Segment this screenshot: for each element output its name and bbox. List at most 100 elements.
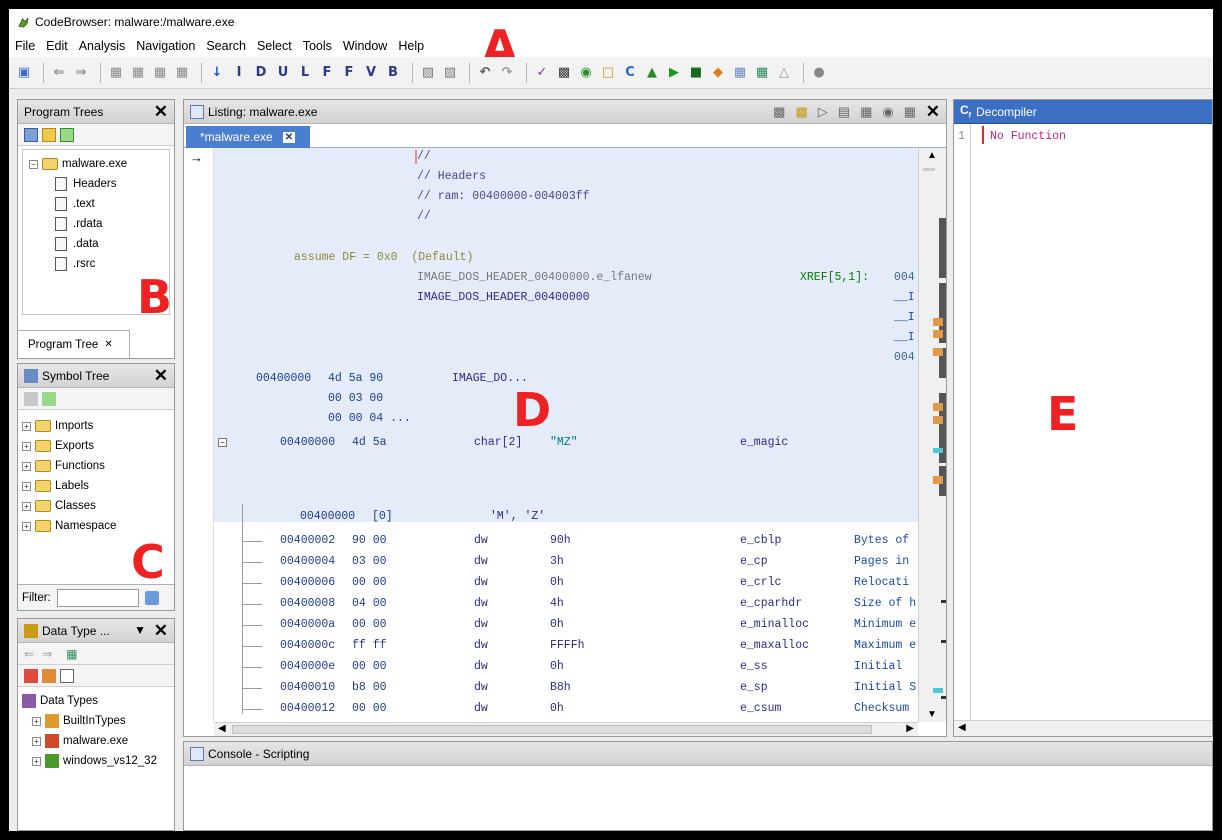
symbol-item-classes[interactable]: + Classes <box>22 496 170 516</box>
symbol-item-imports[interactable]: + Imports <box>22 416 170 436</box>
scroll-down-icon[interactable]: ▼ <box>927 709 937 720</box>
nav-undefined-icon[interactable]: ▦ <box>151 64 169 82</box>
next-instruction-i-icon[interactable]: I <box>230 64 248 82</box>
refresh-icon[interactable] <box>42 391 56 406</box>
diff-icon[interactable]: ▦ <box>860 104 872 120</box>
window-icon[interactable]: ▦ <box>731 64 749 82</box>
run-script-icon[interactable]: ▶ <box>665 64 683 82</box>
filter-options-icon[interactable] <box>144 590 159 605</box>
close-tab-icon[interactable]: ✕ <box>282 131 296 143</box>
collapse-icon[interactable]: − <box>218 438 227 447</box>
decompiler-toolbar-icon[interactable]: C <box>621 64 639 82</box>
nav-data-icon[interactable]: ▦ <box>129 64 147 82</box>
program-tree-tab[interactable]: Program Tree ✕ <box>18 330 130 358</box>
archive-icon[interactable]: ▦ <box>66 647 77 661</box>
console-output[interactable] <box>184 766 1212 830</box>
menu-help[interactable]: Help <box>398 39 424 53</box>
expand-icon[interactable]: + <box>32 736 41 746</box>
symbol-item-namespaces[interactable]: + Namespace <box>22 516 170 536</box>
decompiler-body[interactable]: 1 No Function <box>954 124 1212 722</box>
function-call-tree-icon[interactable]: ◆ <box>709 64 727 82</box>
tree-root[interactable]: − malware.exe <box>29 154 163 174</box>
menu-file[interactable]: File <box>15 39 35 53</box>
tree-item[interactable]: Headers <box>29 174 163 194</box>
expand-icon[interactable]: + <box>22 421 31 431</box>
symbol-item-exports[interactable]: + Exports <box>22 436 170 456</box>
forward-arrow-icon[interactable]: ⇒ <box>72 64 90 82</box>
expand-icon[interactable]: + <box>22 521 31 531</box>
tree-icon[interactable]: △ <box>775 64 793 82</box>
snapshot-icon[interactable]: ▦ <box>753 64 771 82</box>
analysis-icon[interactable]: ▧ <box>419 64 437 82</box>
tree-item[interactable]: .text <box>29 194 163 214</box>
expand-icon[interactable]: + <box>22 481 31 491</box>
create-namespace-icon[interactable] <box>24 391 38 406</box>
next-non-function-icon[interactable]: F <box>340 64 358 82</box>
select-icon[interactable]: ▷ <box>818 104 828 120</box>
data-type-item[interactable]: + BuiltInTypes <box>22 711 170 731</box>
open-tree-icon[interactable] <box>42 127 56 142</box>
next-bookmark-b-icon[interactable]: B <box>384 64 402 82</box>
filter-arrays-icon[interactable] <box>24 668 38 683</box>
data-type-item[interactable]: + windows_vs12_32 <box>22 751 170 771</box>
menu-tools[interactable]: Tools <box>303 39 332 53</box>
scroll-thumb[interactable] <box>923 168 935 171</box>
next-value-v-icon[interactable]: V <box>362 64 380 82</box>
field-edit-icon[interactable]: ▤ <box>838 104 850 120</box>
tree-item[interactable]: .data <box>29 234 163 254</box>
memory-map-icon[interactable]: ◉ <box>577 64 595 82</box>
dropdown-arrow-icon[interactable]: ▼ <box>134 623 146 637</box>
listing-menu-icon[interactable]: ▦ <box>904 104 916 120</box>
menu-search[interactable]: Search <box>206 39 246 53</box>
bytes-viewer-icon[interactable]: ▩ <box>555 64 573 82</box>
close-icon[interactable]: ✕ <box>926 102 940 122</box>
expand-icon[interactable]: + <box>22 461 31 471</box>
snapshot-camera-icon[interactable]: ◉ <box>882 104 893 120</box>
next-data-d-icon[interactable]: D <box>252 64 270 82</box>
script-manager-icon[interactable]: ■ <box>687 64 705 82</box>
expand-icon[interactable]: + <box>22 501 31 511</box>
nav-label-icon[interactable]: ▦ <box>173 64 191 82</box>
back-arrow-icon[interactable]: ⇐ <box>24 647 34 661</box>
next-function-f-icon[interactable]: F <box>318 64 336 82</box>
symbol-item-labels[interactable]: + Labels <box>22 476 170 496</box>
help-bubble-icon[interactable]: ● <box>810 64 828 82</box>
hscroll-thumb[interactable] <box>232 725 872 734</box>
merge-tree-icon[interactable] <box>60 127 74 142</box>
copy-icon[interactable]: ▩ <box>773 104 785 120</box>
new-tree-icon[interactable] <box>24 127 38 142</box>
save-icon[interactable]: ▣ <box>15 64 33 82</box>
menu-analysis[interactable]: Analysis <box>79 39 126 53</box>
data-type-item[interactable]: + malware.exe <box>22 731 170 751</box>
listing-scrollbar[interactable]: ▲ ▼ <box>918 148 946 722</box>
listing-body[interactable]: → // // Headers // ram: 00400000-004003f… <box>184 148 918 722</box>
data-type-manager-icon[interactable]: □ <box>599 64 617 82</box>
filter-input[interactable] <box>56 588 139 607</box>
menu-edit[interactable]: Edit <box>46 39 68 53</box>
back-arrow-icon[interactable]: ⇐ <box>50 64 68 82</box>
decompiler-hscrollbar[interactable]: ◀ <box>954 720 1212 736</box>
menu-window[interactable]: Window <box>343 39 387 53</box>
next-instruction-icon[interactable]: ↓ <box>208 64 226 82</box>
data-types-root[interactable]: Data Types <box>22 691 170 711</box>
listing-hscrollbar[interactable]: ◀ ▶ <box>214 722 918 736</box>
scroll-left-icon[interactable]: ◀ <box>218 723 226 734</box>
redo-icon[interactable]: ↷ <box>498 64 516 82</box>
undo-icon[interactable]: ↶ <box>476 64 494 82</box>
collapse-icon[interactable]: − <box>29 159 38 169</box>
tree-item[interactable]: .rdata <box>29 214 163 234</box>
filter-pointers-icon[interactable] <box>42 668 56 683</box>
menu-select[interactable]: Select <box>257 39 292 53</box>
function-graph-icon[interactable]: ▲ <box>643 64 661 82</box>
next-label-l-icon[interactable]: L <box>296 64 314 82</box>
close-icon[interactable]: ✕ <box>154 102 168 122</box>
close-icon[interactable]: ✕ <box>154 621 168 641</box>
checkmark-icon[interactable]: ✓ <box>533 64 551 82</box>
collapse-all-icon[interactable] <box>60 668 74 683</box>
scroll-right-icon[interactable]: ▶ <box>906 723 914 734</box>
menu-navigation[interactable]: Navigation <box>136 39 195 53</box>
scroll-up-icon[interactable]: ▲ <box>927 150 937 161</box>
expand-icon[interactable]: + <box>32 756 41 766</box>
analysis-2-icon[interactable]: ▧ <box>441 64 459 82</box>
forward-arrow-icon[interactable]: ⇒ <box>42 647 52 661</box>
